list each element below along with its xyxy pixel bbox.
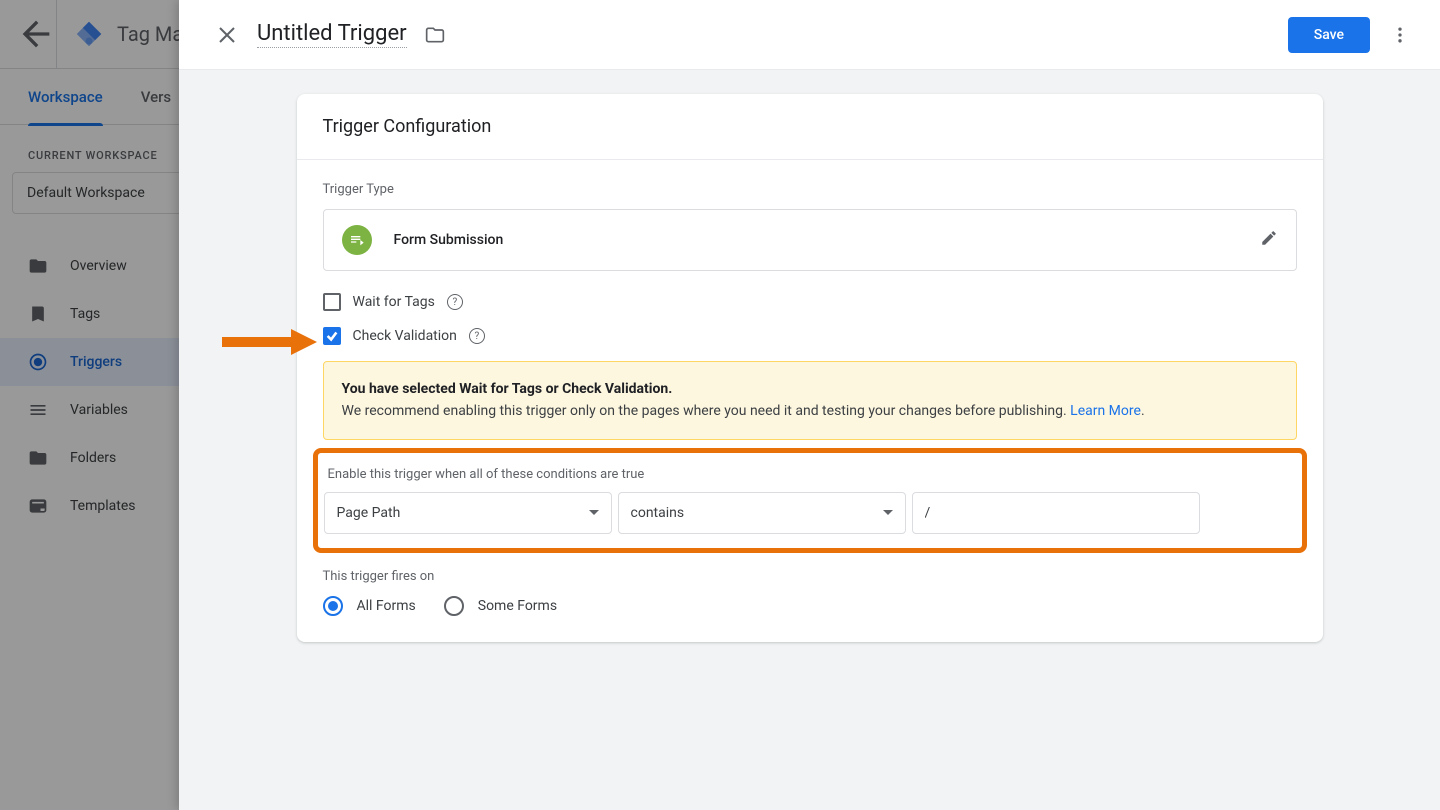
some-forms-label: Some Forms [478,598,557,614]
close-button[interactable] [207,15,247,55]
help-icon[interactable]: ? [447,294,463,310]
warning-title: You have selected Wait for Tags or Check… [342,381,673,397]
validation-warning-box: You have selected Wait for Tags or Check… [323,361,1297,440]
fires-on-radio-group: All Forms Some Forms [323,596,1297,616]
card-title: Trigger Configuration [297,94,1323,160]
close-icon [219,27,235,43]
condition-operator-select[interactable]: contains [618,492,906,534]
select-value: Page Path [337,505,401,521]
wait-for-tags-checkbox[interactable] [323,293,341,311]
save-button[interactable]: Save [1288,17,1370,53]
condition-label: Enable this trigger when all of these co… [328,467,1296,482]
trigger-config-card: Trigger Configuration Trigger Type Form … [297,94,1323,642]
condition-variable-select[interactable]: Page Path [324,492,612,534]
chevron-down-icon [883,510,893,515]
fires-on-label: This trigger fires on [323,569,1297,584]
condition-value-input[interactable] [912,492,1200,534]
wait-for-tags-row: Wait for Tags ? [323,293,1297,311]
trigger-type-label: Trigger Type [323,182,1297,197]
some-forms-radio[interactable] [444,596,464,616]
all-forms-label: All Forms [357,598,416,614]
check-validation-checkbox[interactable] [323,327,341,345]
panel-body: Trigger Configuration Trigger Type Form … [179,70,1440,810]
trigger-type-selector[interactable]: Form Submission [323,209,1297,271]
warning-body: We recommend enabling this trigger only … [342,403,1071,419]
form-submission-icon [342,225,372,255]
more-menu-button[interactable] [1380,15,1420,55]
panel-header: Untitled Trigger Save [179,0,1440,70]
learn-more-link[interactable]: Learn More [1070,403,1141,419]
help-icon[interactable]: ? [469,328,485,344]
trigger-name-input[interactable]: Untitled Trigger [257,21,407,48]
select-value: contains [631,505,685,521]
wait-for-tags-label: Wait for Tags [353,294,435,310]
trigger-type-name: Form Submission [394,232,504,248]
trigger-editor-panel: Untitled Trigger Save Trigger Configurat… [179,0,1440,810]
more-vert-icon [1390,25,1410,45]
chevron-down-icon [589,510,599,515]
folder-outline-icon[interactable] [425,25,445,45]
checkmark-icon [325,329,339,343]
check-validation-row: Check Validation ? [323,327,1297,345]
all-forms-radio[interactable] [323,596,343,616]
check-validation-label: Check Validation [353,328,457,344]
condition-row: Page Path contains [324,492,1296,534]
condition-highlight-box: Enable this trigger when all of these co… [313,448,1307,553]
edit-pencil-icon[interactable] [1260,229,1278,251]
